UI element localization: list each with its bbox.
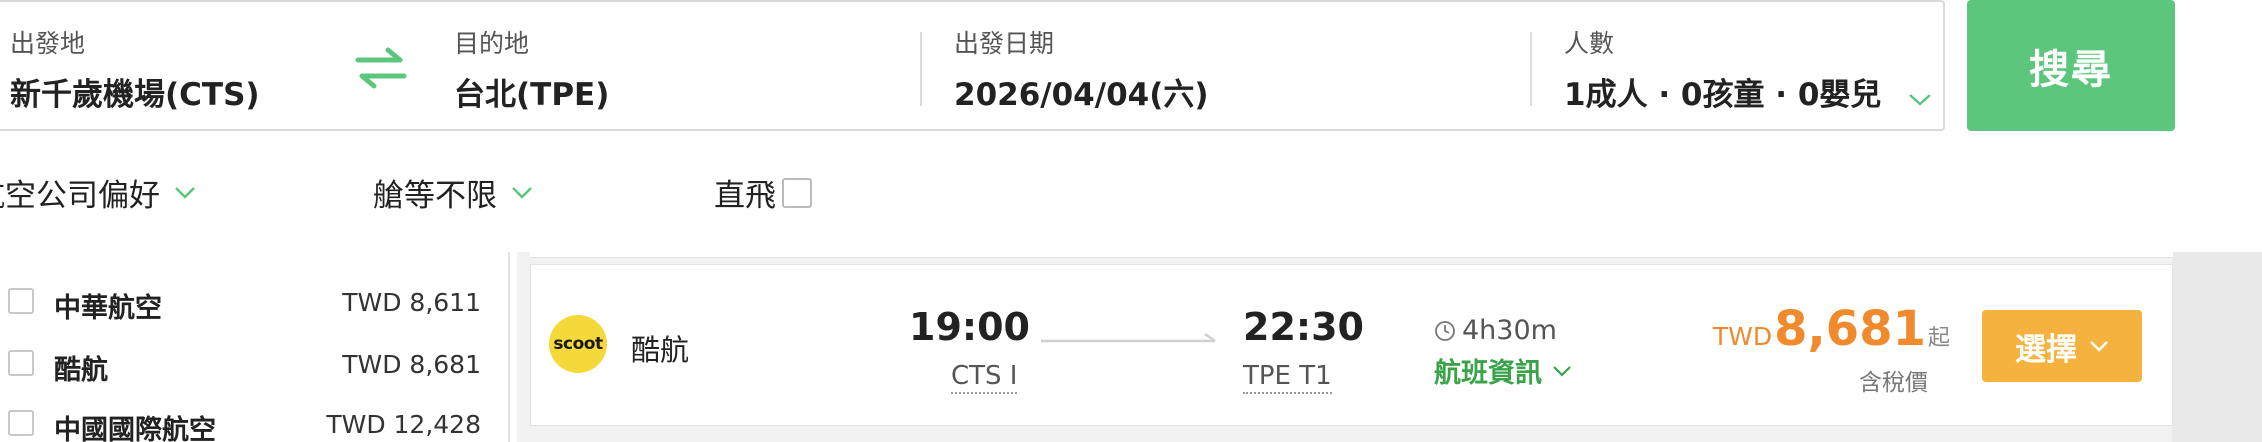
price-currency: TWD [1712, 322, 1773, 351]
chevron-down-icon [2090, 341, 2108, 352]
price-amount: 8,681 [1774, 301, 1926, 357]
passenger-label: 人數 [1564, 29, 1615, 58]
airline-checkbox[interactable] [8, 410, 34, 436]
airline-preference-label: 航空公司偏好 [0, 178, 160, 214]
flight-info-label: 航班資訊 [1434, 358, 1542, 389]
search-form: 出發地 新千歲機場(CTS) 目的地 台北(TPE) 出發日期 2026/04/… [0, 0, 1945, 131]
previous-result-card [530, 252, 2173, 258]
airline-preference-dropdown[interactable]: 航空公司偏好 [0, 170, 196, 215]
arrival-time: 22:30 [1243, 305, 1364, 349]
chevron-down-icon [1553, 365, 1571, 377]
departure-airport[interactable]: CTS I [951, 360, 1018, 394]
airline-filter-item[interactable]: 中國國際航空 TWD 12,428 [0, 404, 505, 442]
tax-included-note: 含稅價 [1859, 370, 1928, 396]
origin-value[interactable]: 新千歲機場(CTS) [10, 69, 260, 114]
chevron-down-icon [512, 186, 532, 199]
origin-field[interactable]: 出發地 新千歲機場(CTS) [10, 2, 340, 133]
direct-flight-toggle[interactable]: 直飛 [714, 170, 812, 215]
airline-filter-price: TWD 12,428 [326, 410, 481, 439]
clock-icon [1435, 320, 1455, 341]
airline-filter-name: 中華航空 [54, 293, 162, 324]
price-block: TWD 8,681 起 含稅價 [1713, 301, 1950, 397]
destination-field[interactable]: 目的地 台北(TPE) [454, 2, 874, 133]
chevron-down-icon[interactable] [1908, 79, 1932, 115]
flight-info-toggle[interactable]: 航班資訊 [1434, 351, 1572, 390]
airline-name: 酷航 [631, 333, 690, 367]
swap-arrows-icon[interactable] [354, 46, 408, 90]
cabin-class-dropdown[interactable]: 艙等不限 [373, 170, 533, 215]
passenger-field[interactable]: 人數 1成人 · 0孩童 · 0嬰兒 [1564, 2, 1932, 133]
price-suffix: 起 [1927, 326, 1950, 351]
page-gutter [2172, 252, 2262, 442]
airline-filter-item[interactable]: 中華航空 TWD 8,611 [0, 282, 505, 326]
divider [920, 32, 922, 106]
duration-text: 4h30m [1462, 315, 1557, 346]
airline-checkbox[interactable] [8, 288, 34, 314]
flight-result-card: scoot 酷航 19:00 CTS I 22:30 TPE T1 4h30m … [530, 264, 2173, 426]
airline-filter-price: TWD 8,681 [342, 350, 481, 379]
direct-flight-label: 直飛 [714, 178, 776, 214]
airline-checkbox[interactable] [8, 350, 34, 376]
arrow-right-icon [1039, 331, 1219, 351]
date-value[interactable]: 2026/04/04(六) [954, 69, 1209, 114]
airline-filter-item[interactable]: 酷航 TWD 8,681 [0, 344, 505, 388]
airline-filter-panel: 中華航空 TWD 8,611 酷航 TWD 8,681 中國國際航空 TWD 1… [0, 252, 510, 442]
destination-label: 目的地 [454, 29, 530, 58]
passenger-text: 1成人 · 0孩童 · 0嬰兒 [1564, 77, 1882, 113]
arrival-airport[interactable]: TPE T1 [1243, 360, 1332, 394]
destination-value[interactable]: 台北(TPE) [454, 69, 609, 114]
select-button[interactable]: 選擇 [1982, 310, 2142, 382]
chevron-down-icon [175, 186, 195, 199]
passenger-value[interactable]: 1成人 · 0孩童 · 0嬰兒 [1564, 69, 1932, 115]
search-button[interactable]: 搜尋 [1967, 0, 2175, 131]
flight-duration: 4h30m [1434, 315, 1557, 346]
scoot-logo: scoot [549, 315, 607, 373]
direct-flight-checkbox[interactable] [782, 177, 812, 208]
airline-filter-name: 中國國際航空 [54, 415, 216, 442]
origin-label: 出發地 [10, 29, 86, 58]
select-button-label: 選擇 [2015, 331, 2077, 368]
cabin-class-label: 艙等不限 [373, 178, 497, 214]
date-label: 出發日期 [954, 29, 1055, 58]
airline-filter-name: 酷航 [54, 355, 108, 386]
date-field[interactable]: 出發日期 2026/04/04(六) [954, 2, 1474, 133]
departure-time: 19:00 [909, 305, 1030, 349]
divider [1530, 32, 1532, 106]
airline-filter-price: TWD 8,611 [342, 288, 481, 317]
